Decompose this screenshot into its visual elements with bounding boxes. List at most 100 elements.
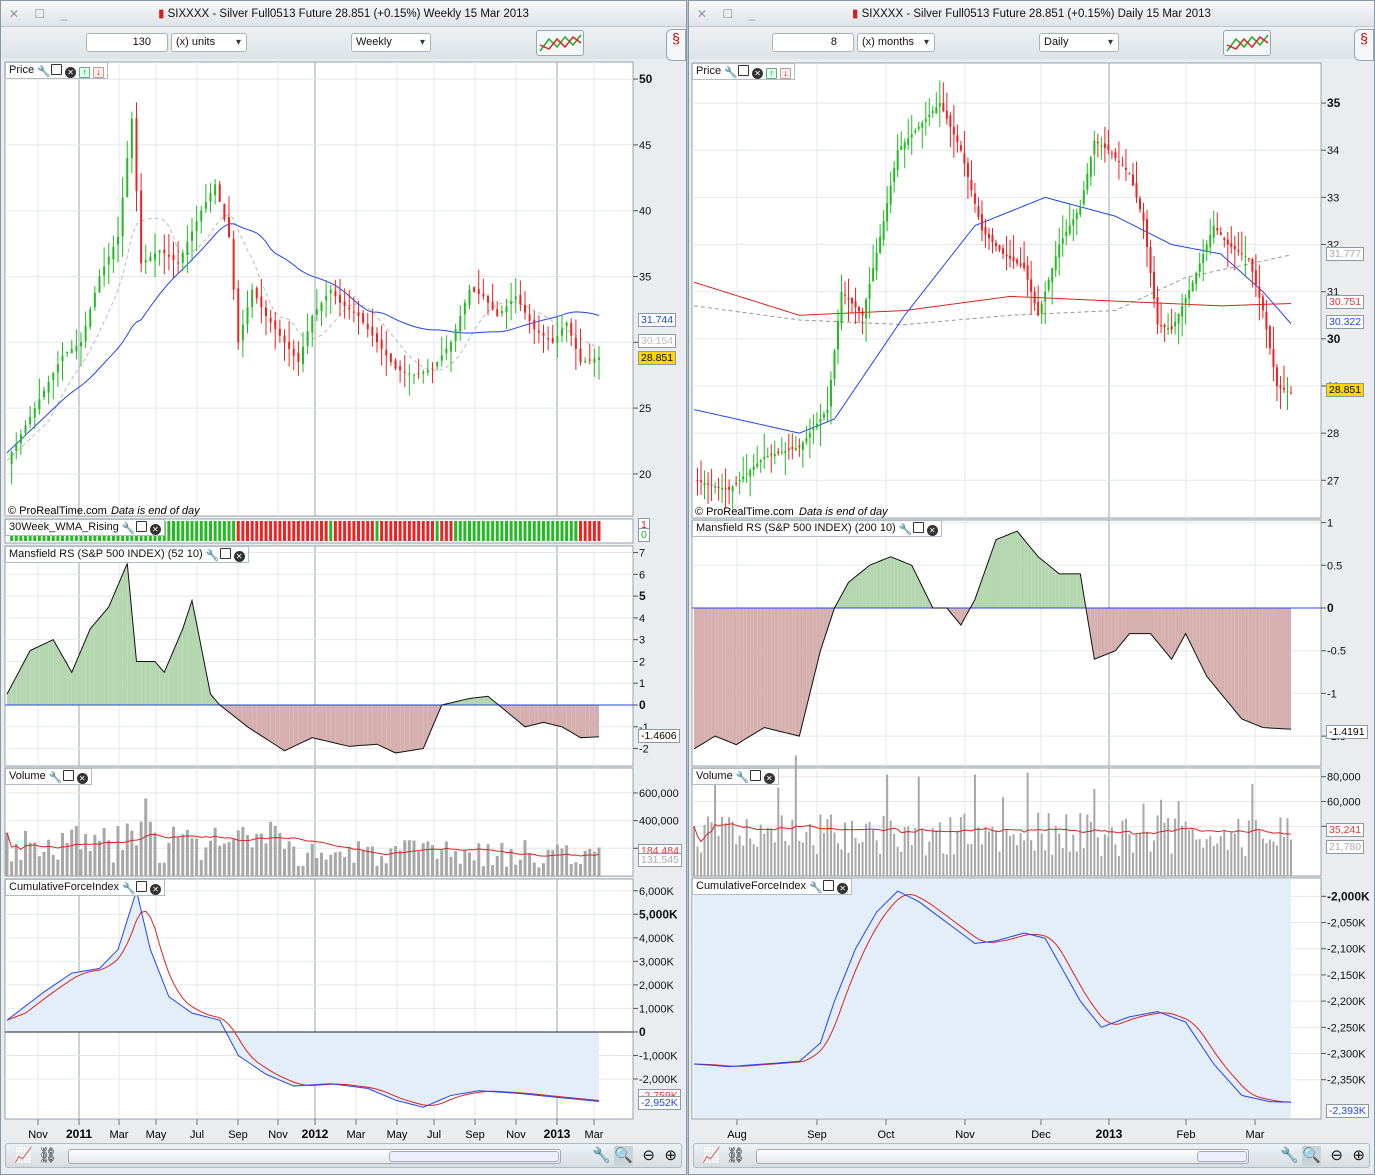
candle: [283, 335, 286, 343]
zoom-out-icon[interactable]: ⊖: [1330, 1146, 1343, 1166]
area-segment: [585, 705, 590, 738]
strip-bar: [421, 521, 425, 541]
daily-charts[interactable]: 353433323130292827© ProRealTime.comData …: [689, 1, 1375, 1143]
axis-tick-label: 35: [639, 271, 651, 283]
auto-zoom-icon[interactable]: 🔍: [614, 1146, 633, 1166]
candle: [1047, 279, 1050, 290]
candle: [872, 268, 875, 281]
close-icon[interactable]: ✕: [65, 67, 77, 78]
wrench-icon[interactable]: 🔧: [724, 68, 738, 79]
auto-zoom-icon[interactable]: 🔍: [1302, 1146, 1321, 1166]
area-segment: [39, 644, 44, 706]
candle: [1265, 311, 1268, 330]
close-icon[interactable]: ✕: [926, 525, 938, 536]
candle: [1107, 144, 1110, 151]
axis-tick-label: 4,000K: [639, 933, 675, 945]
wrench-icon[interactable]: 🔧: [122, 884, 136, 895]
area-segment: [136, 661, 142, 706]
scroll-thumb[interactable]: [1197, 1151, 1247, 1162]
volume-bar: [1290, 839, 1292, 876]
volume-bar: [241, 827, 245, 876]
area-segment: [589, 705, 595, 738]
candle: [223, 203, 226, 220]
wrench-icon[interactable]: 🔧: [206, 551, 220, 562]
zoom-out-icon[interactable]: ⊖: [642, 1146, 655, 1166]
chart-style-icon[interactable]: ⛓: [38, 1146, 57, 1166]
area-segment: [293, 705, 299, 747]
move-down-icon[interactable]: ↓: [780, 68, 792, 79]
zoom-in-icon[interactable]: ⊕: [664, 1146, 677, 1166]
mansfield-value: -1.4191: [1326, 725, 1368, 739]
wrench-icon[interactable]: 🔧: [49, 773, 63, 784]
date-label: 2011: [66, 1127, 92, 1141]
window-icon[interactable]: [823, 880, 835, 891]
strip-bar: [440, 521, 444, 541]
candle: [524, 305, 526, 313]
volume-bar: [826, 819, 829, 876]
close-icon[interactable]: ✕: [233, 551, 245, 562]
candle: [417, 373, 420, 375]
wrench-icon[interactable]: 🔧: [899, 525, 913, 536]
horizontal-scrollbar[interactable]: [756, 1149, 1249, 1164]
tools-icon[interactable]: 🔧: [592, 1146, 611, 1166]
area-segment: [99, 612, 105, 706]
move-up-icon[interactable]: ↑: [766, 68, 778, 79]
move-up-icon[interactable]: ↑: [79, 67, 91, 78]
candle: [1209, 235, 1212, 248]
wrench-icon[interactable]: 🔧: [736, 773, 750, 784]
volume-bar: [528, 853, 532, 876]
volume-bar: [1026, 772, 1029, 876]
volume-bar: [917, 776, 920, 876]
window-icon[interactable]: [51, 64, 63, 75]
weekly-charts[interactable]: 50454035302520© ProRealTime.comData is e…: [1, 1, 688, 1143]
volume-bar: [130, 830, 134, 876]
window-icon[interactable]: [62, 770, 74, 781]
zoom-in-icon[interactable]: ⊕: [1352, 1146, 1365, 1166]
close-icon[interactable]: ✕: [752, 68, 764, 79]
wrench-icon[interactable]: 🔧: [809, 883, 823, 894]
candle: [1135, 182, 1138, 198]
window-icon[interactable]: [135, 521, 147, 532]
window-icon[interactable]: [136, 881, 148, 892]
candle: [112, 246, 115, 260]
volume-bar: [158, 862, 162, 876]
window-icon[interactable]: [219, 548, 231, 559]
window-icon[interactable]: [912, 522, 924, 533]
move-down-icon[interactable]: ↓: [93, 67, 105, 78]
panel-title: Volume: [9, 770, 46, 782]
axis-tick-label: 6: [639, 569, 645, 581]
area-segment: [1210, 607, 1214, 685]
volume-bar: [935, 830, 938, 876]
close-icon[interactable]: ✕: [763, 773, 775, 784]
area-segment: [1013, 531, 1018, 608]
export-icon[interactable]: 📈: [14, 1146, 33, 1166]
area-segment: [1262, 607, 1267, 728]
volume-bar: [721, 816, 724, 876]
volume-bar: [752, 844, 755, 876]
area-segment: [1041, 559, 1046, 608]
tools-icon[interactable]: 🔧: [1280, 1146, 1299, 1166]
volume-bar: [1209, 835, 1212, 876]
scroll-thumb[interactable]: [389, 1151, 559, 1162]
volume-bar: [1037, 812, 1040, 876]
export-icon[interactable]: 📈: [702, 1146, 721, 1166]
strip-bar: [361, 521, 365, 541]
close-icon[interactable]: ✕: [837, 883, 849, 894]
volume-bar: [343, 856, 347, 876]
area-segment: [873, 562, 877, 608]
close-icon[interactable]: ✕: [149, 524, 161, 535]
wrench-icon[interactable]: 🔧: [122, 524, 136, 535]
window-icon[interactable]: [749, 770, 761, 781]
volume-bar: [56, 859, 60, 876]
candle: [80, 342, 82, 347]
wrench-icon[interactable]: 🔧: [37, 67, 51, 78]
volume-bar: [435, 858, 439, 876]
candle: [1167, 328, 1170, 330]
chart-style-icon[interactable]: ⛓: [726, 1146, 745, 1166]
window-icon[interactable]: [738, 65, 750, 76]
axis-tick-label: 34: [1327, 145, 1339, 157]
strip-bar: [523, 521, 527, 541]
close-icon[interactable]: ✕: [150, 884, 162, 895]
horizontal-scrollbar[interactable]: [68, 1149, 561, 1164]
close-icon[interactable]: ✕: [76, 773, 88, 784]
